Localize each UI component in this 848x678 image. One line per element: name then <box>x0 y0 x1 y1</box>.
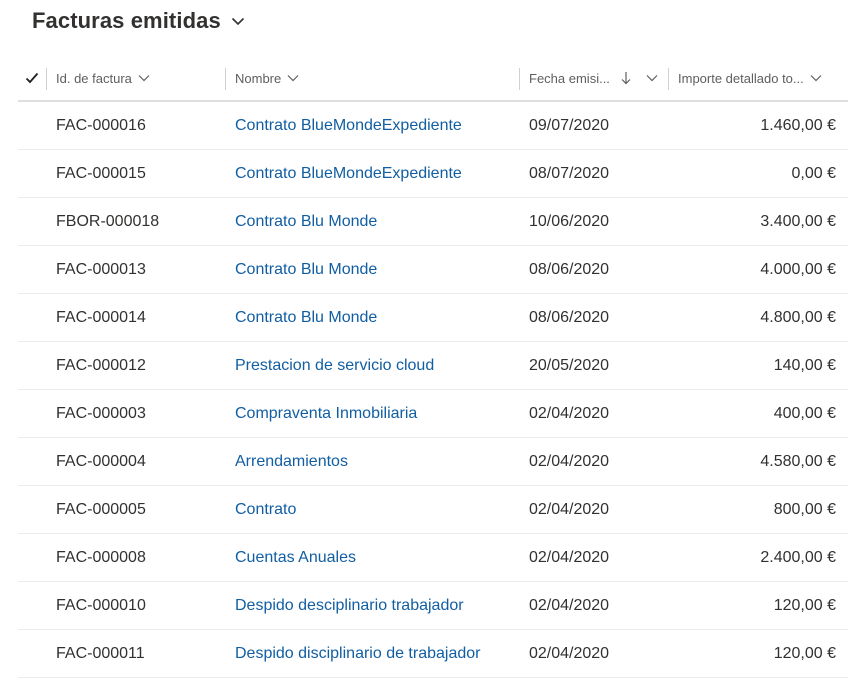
invoice-name-link[interactable]: Compraventa Inmobiliaria <box>235 390 520 437</box>
grid-header: Id. de factura Nombre Fecha emisi... Imp… <box>18 56 848 102</box>
invoice-date-cell: 02/04/2020 <box>529 548 610 566</box>
chevron-down-icon <box>646 75 658 82</box>
invoice-name-link[interactable]: Contrato Blu Monde <box>235 294 520 341</box>
chevron-down-icon <box>138 75 150 82</box>
invoice-date-cell: 08/07/2020 <box>529 164 610 182</box>
column-header-id[interactable]: Id. de factura <box>47 56 225 100</box>
invoice-id-cell: FAC-000016 <box>56 116 146 134</box>
column-header-date[interactable]: Fecha emisi... <box>520 56 668 100</box>
invoice-amount-cell: 3.400,00 € <box>760 212 836 230</box>
column-header-amount[interactable]: Importe detallado to... <box>669 56 847 100</box>
invoice-name-link[interactable]: Contrato Blu Monde <box>235 198 520 245</box>
invoice-amount-cell: 400,00 € <box>773 404 836 422</box>
invoice-name-link[interactable]: Despido desciplinario trabajador <box>235 582 520 629</box>
table-row[interactable]: FAC-000005 Contrato 02/04/2020 800,00 € <box>18 486 848 534</box>
invoice-amount-cell: 800,00 € <box>773 500 836 518</box>
invoice-amount-cell: 1.460,00 € <box>760 116 836 134</box>
invoice-date-cell: 02/04/2020 <box>529 500 610 518</box>
invoice-id-cell: FAC-000003 <box>56 404 146 422</box>
view-selector[interactable]: Facturas emitidas <box>32 8 245 34</box>
invoice-date-cell: 02/04/2020 <box>529 596 610 614</box>
table-row[interactable]: FAC-000016 Contrato BlueMondeExpediente … <box>18 102 848 150</box>
invoice-date-cell: 02/04/2020 <box>529 452 610 470</box>
invoice-name-link[interactable]: Cuentas Anuales <box>235 534 520 581</box>
invoice-date-cell: 08/06/2020 <box>529 260 610 278</box>
table-row[interactable]: FBOR-000018 Contrato Blu Monde 10/06/202… <box>18 198 848 246</box>
column-header-amount-label: Importe detallado to... <box>678 70 804 86</box>
invoice-amount-cell: 0,00 € <box>791 164 836 182</box>
invoice-id-cell: FAC-000014 <box>56 308 146 326</box>
invoice-name-link[interactable]: Contrato <box>235 486 520 533</box>
invoice-amount-cell: 4.000,00 € <box>760 260 836 278</box>
column-header-id-label: Id. de factura <box>56 70 132 86</box>
invoice-date-cell: 20/05/2020 <box>529 356 610 374</box>
invoice-id-cell: FAC-000004 <box>56 452 146 470</box>
invoice-id-cell: FAC-000010 <box>56 596 146 614</box>
column-header-name-label: Nombre <box>235 70 282 86</box>
table-row[interactable]: FAC-000012 Prestacion de servicio cloud … <box>18 342 848 390</box>
invoice-date-cell: 02/04/2020 <box>529 404 610 422</box>
chevron-down-icon <box>810 75 822 82</box>
select-all-checkmark-icon[interactable] <box>24 70 40 86</box>
invoice-amount-cell: 4.800,00 € <box>760 308 836 326</box>
invoice-id-cell: FAC-000012 <box>56 356 146 374</box>
table-row[interactable]: FAC-000011 Despido disciplinario de trab… <box>18 630 848 678</box>
chevron-down-icon <box>231 17 244 26</box>
invoice-name-link[interactable]: Prestacion de servicio cloud <box>235 342 520 389</box>
invoice-id-cell: FBOR-000018 <box>56 212 160 230</box>
invoice-amount-cell: 140,00 € <box>773 356 836 374</box>
grid-body: FAC-000016 Contrato BlueMondeExpediente … <box>18 102 848 678</box>
invoice-name-link[interactable]: Contrato BlueMondeExpediente <box>235 150 520 197</box>
table-row[interactable]: FAC-000008 Cuentas Anuales 02/04/2020 2.… <box>18 534 848 582</box>
invoice-date-cell: 10/06/2020 <box>529 212 610 230</box>
invoice-id-cell: FAC-000008 <box>56 548 146 566</box>
invoice-name-link[interactable]: Contrato Blu Monde <box>235 246 520 293</box>
column-header-date-label: Fecha emisi... <box>529 70 610 86</box>
table-row[interactable]: FAC-000010 Despido desciplinario trabaja… <box>18 582 848 630</box>
column-header-name[interactable]: Nombre <box>226 56 519 100</box>
chevron-down-icon <box>287 75 299 82</box>
table-row[interactable]: FAC-000013 Contrato Blu Monde 08/06/2020… <box>18 246 848 294</box>
invoice-id-cell: FAC-000013 <box>56 260 146 278</box>
table-row[interactable]: FAC-000003 Compraventa Inmobiliaria 02/0… <box>18 390 848 438</box>
invoice-date-cell: 09/07/2020 <box>529 116 610 134</box>
invoice-amount-cell: 4.580,00 € <box>760 452 836 470</box>
view-header: Facturas emitidas <box>0 0 848 56</box>
sort-descending-arrow-icon <box>621 72 631 85</box>
invoice-id-cell: FAC-000005 <box>56 500 146 518</box>
invoice-amount-cell: 120,00 € <box>773 596 836 614</box>
table-row[interactable]: FAC-000014 Contrato Blu Monde 08/06/2020… <box>18 294 848 342</box>
table-row[interactable]: FAC-000015 Contrato BlueMondeExpediente … <box>18 150 848 198</box>
invoice-name-link[interactable]: Arrendamientos <box>235 438 520 485</box>
invoices-grid: Id. de factura Nombre Fecha emisi... Imp… <box>18 56 848 678</box>
invoice-name-link[interactable]: Contrato BlueMondeExpediente <box>235 102 520 149</box>
invoice-id-cell: FAC-000015 <box>56 164 146 182</box>
view-title: Facturas emitidas <box>32 8 221 33</box>
table-row[interactable]: FAC-000004 Arrendamientos 02/04/2020 4.5… <box>18 438 848 486</box>
invoice-amount-cell: 2.400,00 € <box>760 548 836 566</box>
invoice-date-cell: 08/06/2020 <box>529 308 610 326</box>
